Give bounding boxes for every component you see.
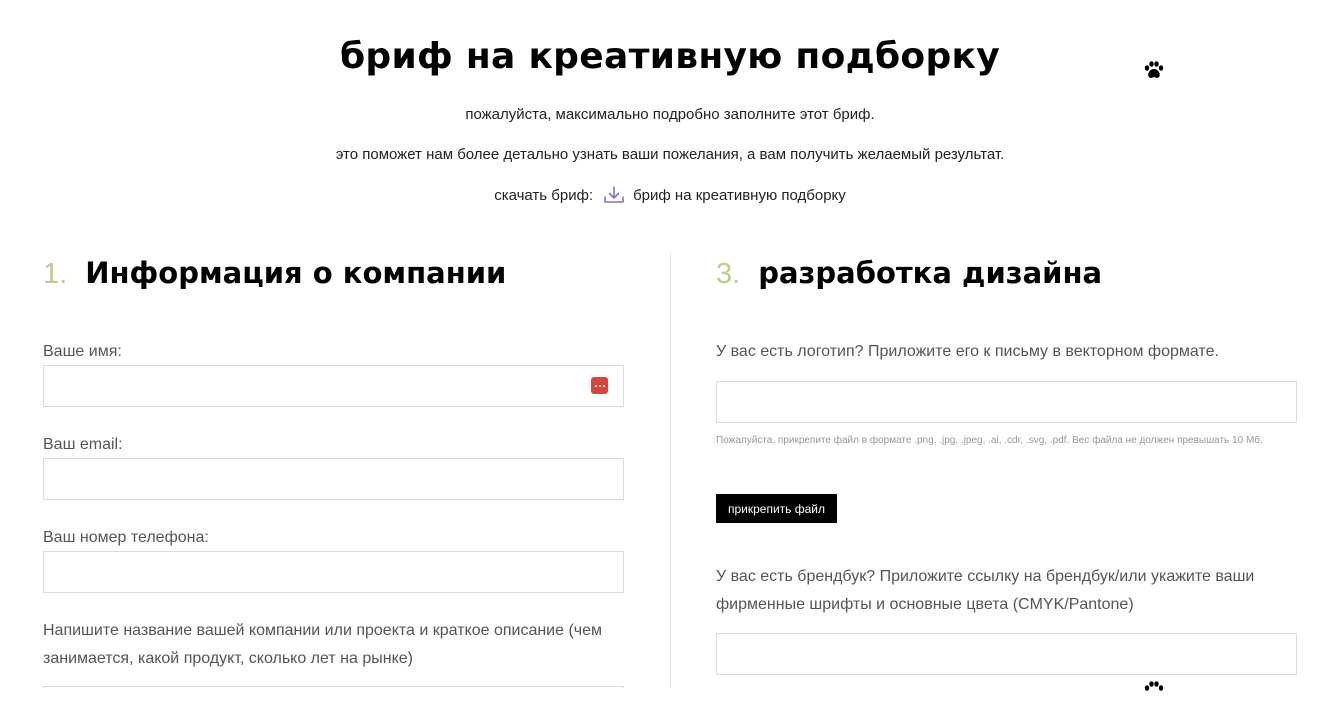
- section-1-number: 1.: [43, 258, 68, 290]
- company-description-label: Напишите название вашей компании или про…: [43, 622, 603, 667]
- phone-label: Ваш номер телефона:: [43, 529, 209, 546]
- name-label: Ваше имя:: [43, 343, 122, 360]
- email-input[interactable]: [43, 458, 624, 500]
- download-icon: [604, 186, 624, 203]
- section-3-number: 3.: [716, 258, 741, 290]
- password-manager-icon[interactable]: [591, 377, 608, 394]
- phone-input[interactable]: [43, 551, 624, 593]
- brandbook-input[interactable]: [716, 633, 1297, 675]
- section-1-heading: 1. Информация о компании: [43, 256, 506, 291]
- section-3-title: разработка дизайна: [758, 256, 1103, 290]
- file-format-hint: Пожалуйста, прикрепите файл в формате .p…: [716, 435, 1263, 446]
- page-title: бриф на креативную подборку: [339, 36, 1001, 77]
- download-link-text: бриф на креативную подборку: [633, 186, 846, 204]
- download-brief-link[interactable]: бриф на креативную подборку: [603, 185, 846, 205]
- attach-file-button[interactable]: прикрепить файл: [716, 494, 838, 523]
- section-1-title: Информация о компании: [85, 256, 507, 290]
- brandbook-label: У вас есть брендбук? Приложите ссылку на…: [716, 568, 1255, 613]
- download-row: скачать бриф: бриф на креативную подборк…: [0, 185, 1340, 205]
- section-3-heading: 3. разработка дизайна: [716, 256, 1102, 291]
- email-label: Ваш email:: [43, 436, 123, 453]
- download-label: скачать бриф:: [494, 186, 594, 204]
- logo-input[interactable]: [716, 381, 1297, 423]
- subtitle-2: это поможет нам более детально узнать ва…: [335, 146, 1005, 163]
- paw-icon: [1144, 61, 1164, 78]
- subtitle-1: пожалуйста, максимально подробно заполни…: [465, 106, 875, 123]
- paw-icon: [1144, 681, 1164, 691]
- name-input[interactable]: [43, 365, 624, 407]
- logo-label: У вас есть логотип? Приложите его к пись…: [716, 343, 1219, 360]
- column-divider: [670, 252, 671, 688]
